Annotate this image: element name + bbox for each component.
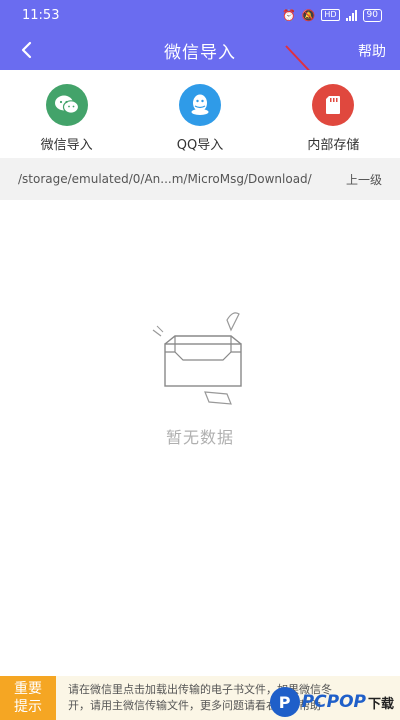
tab-internal-storage[interactable]: 内部存储: [267, 70, 400, 158]
page-title: 微信导入: [164, 42, 236, 63]
empty-state: 暂无数据: [0, 300, 400, 448]
hd-badge: HD: [321, 9, 340, 21]
tab-label: 微信导入: [40, 138, 93, 153]
chevron-left-icon: [21, 41, 32, 59]
alarm-icon: ⏰: [281, 8, 296, 22]
pcpop-watermark: P PCPOP 下载: [269, 684, 394, 720]
signal-icon: [345, 9, 357, 21]
notice-badge-line1: 重要: [14, 681, 42, 697]
empty-message: 暂无数据: [165, 428, 234, 447]
pcpop-logo-icon: P: [269, 687, 300, 717]
empty-box-icon: [152, 312, 242, 405]
sd-card-icon: [312, 84, 355, 126]
battery-icon: 90: [362, 8, 382, 22]
up-level-button[interactable]: 上一级: [346, 171, 382, 188]
path-bar: /storage/emulated/0/An...m/MicroMsg/Down…: [0, 158, 400, 200]
tab-qq-import[interactable]: QQ导入: [133, 70, 266, 158]
current-path: /storage/emulated/0/An...m/MicroMsg/Down…: [18, 172, 312, 186]
back-button[interactable]: [14, 38, 38, 62]
wechat-icon: [45, 84, 88, 126]
tab-label: 内部存储: [307, 138, 360, 153]
status-time: 11:53: [22, 7, 60, 23]
tab-label: QQ导入: [176, 138, 224, 153]
help-button[interactable]: 帮助: [358, 41, 386, 61]
app-bar: 微信导入 帮助: [0, 30, 400, 70]
qq-icon: [178, 84, 221, 126]
watermark-brand: PCPOP: [301, 692, 366, 712]
tab-wechat-import[interactable]: 微信导入: [0, 70, 133, 158]
status-icons: ⏰ 🔕 HD 90: [281, 8, 382, 22]
notice-badge-line2: 提示: [14, 699, 42, 715]
import-source-tabs: 微信导入 QQ导入 内部存储: [0, 70, 400, 158]
watermark-suffix: 下载: [367, 696, 394, 712]
notice-badge: 重要 提示: [0, 676, 56, 720]
bell-off-icon: 🔕: [301, 8, 316, 22]
status-bar: 11:53 ⏰ 🔕 HD 90: [0, 0, 400, 30]
